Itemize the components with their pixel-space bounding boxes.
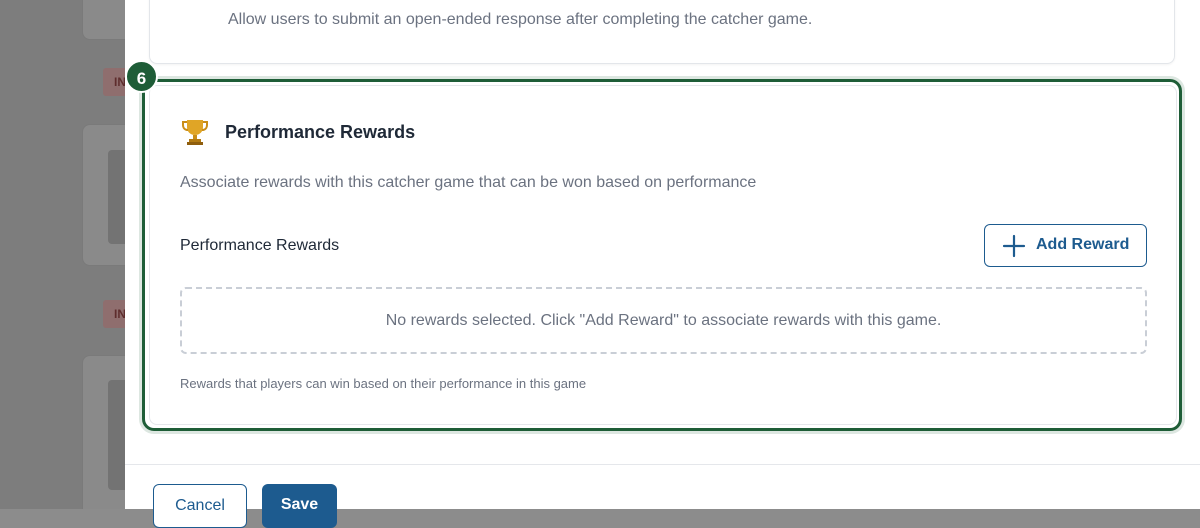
open-response-card: Allow users to submit an open-ended resp… <box>149 0 1175 64</box>
background-card <box>82 0 125 40</box>
section-description: Associate rewards with this catcher game… <box>180 174 757 191</box>
background-status-tag: IN <box>103 68 125 96</box>
rewards-empty-state: No rewards selected. Click "Add Reward" … <box>180 287 1147 354</box>
drawer-footer: Cancel Save <box>125 464 1200 528</box>
background-page: IN IN <box>0 0 125 509</box>
save-button[interactable]: Save <box>262 484 337 528</box>
empty-state-text: No rewards selected. Click "Add Reward" … <box>385 312 942 329</box>
plus-icon <box>1002 234 1026 258</box>
background-status-tag: IN <box>103 300 125 328</box>
step-badge: 6 <box>125 60 158 93</box>
cancel-button[interactable]: Cancel <box>153 484 247 528</box>
edit-drawer: Allow users to submit an open-ended resp… <box>125 0 1200 528</box>
rewards-field-label: Performance Rewards <box>180 237 340 254</box>
open-response-description: Allow users to submit an open-ended resp… <box>228 11 813 28</box>
section-title: Performance Rewards <box>225 122 416 142</box>
trophy-icon <box>182 120 208 145</box>
background-thumbnail <box>108 380 125 490</box>
background-thumbnail <box>108 150 125 244</box>
helper-text: Rewards that players can win based on th… <box>180 376 587 391</box>
add-reward-label: Add Reward <box>1036 236 1130 253</box>
add-reward-button[interactable]: Add Reward <box>984 224 1147 267</box>
performance-rewards-card: Performance Rewards Associate rewards wi… <box>149 85 1177 425</box>
